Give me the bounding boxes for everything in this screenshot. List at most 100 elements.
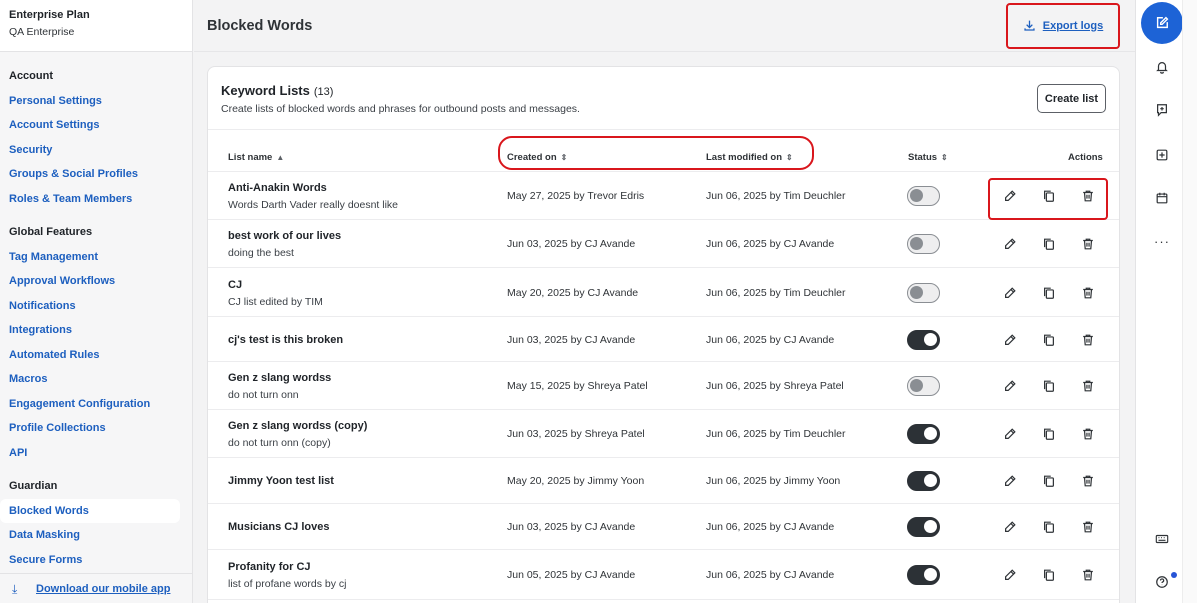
card-title: Keyword Lists (13)	[221, 83, 1106, 98]
export-logs-button[interactable]: Export logs	[1006, 2, 1120, 49]
table-row[interactable]: cj's test is this broken Jun 03, 2025 by…	[208, 317, 1119, 362]
org-plan: Enterprise Plan	[9, 9, 90, 21]
status-toggle[interactable]	[907, 517, 940, 537]
col-created-on[interactable]: Created on ⇕	[507, 152, 567, 163]
copy-icon[interactable]	[1040, 472, 1058, 490]
status-toggle[interactable]	[907, 234, 940, 254]
window-scrollbar[interactable]	[1182, 0, 1197, 603]
sidebar-item-data-masking[interactable]: Data Masking	[0, 523, 192, 548]
edit-icon[interactable]	[1001, 377, 1019, 395]
table-header: List name ▲ Created on ⇕ Last modified on ⇕…	[208, 130, 1119, 172]
delete-icon[interactable]	[1079, 472, 1097, 490]
download-icon	[1024, 20, 1035, 31]
delete-icon[interactable]	[1079, 566, 1097, 584]
list-description: CJ list edited by TIM	[228, 295, 323, 308]
delete-icon[interactable]	[1079, 235, 1097, 253]
table-row[interactable]: Musicians CJ loves Jun 03, 2025 by CJ Av…	[208, 504, 1119, 550]
sidebar-item-groups-social-profiles[interactable]: Groups & Social Profiles	[0, 162, 192, 187]
list-name-cell: CJ CJ list edited by TIM	[228, 279, 323, 308]
created-on-cell: May 20, 2025 by CJ Avande	[507, 286, 639, 299]
table-row[interactable]: Profanity for CJ list of profane words b…	[208, 550, 1119, 600]
delete-icon[interactable]	[1079, 425, 1097, 443]
add-square-icon[interactable]	[1152, 145, 1172, 165]
list-name: Gen z slang wordss	[228, 372, 332, 384]
delete-icon[interactable]	[1079, 377, 1097, 395]
sidebar-item-security[interactable]: Security	[0, 138, 192, 163]
edit-icon[interactable]	[1001, 235, 1019, 253]
bell-icon[interactable]	[1152, 57, 1172, 77]
col-list-name[interactable]: List name ▲	[228, 152, 284, 163]
org-switcher[interactable]: Enterprise Plan QA Enterprise	[0, 0, 192, 52]
toggle-knob	[924, 332, 937, 346]
download-mobile-app-link[interactable]: Download our mobile app	[36, 583, 170, 595]
table-row[interactable]: best work of our lives doing the best Ju…	[208, 220, 1119, 268]
chat-plus-icon[interactable]	[1152, 100, 1172, 120]
table-row[interactable]: Gen z slang wordss (copy) do not turn on…	[208, 410, 1119, 458]
delete-icon[interactable]	[1079, 187, 1097, 205]
sidebar-item-api[interactable]: API	[0, 441, 192, 466]
sidebar-item-engagement-configuration[interactable]: Engagement Configuration	[0, 392, 192, 417]
sidebar-item-roles-team-members[interactable]: Roles & Team Members	[0, 187, 192, 212]
copy-icon[interactable]	[1040, 331, 1058, 349]
help-icon[interactable]	[1152, 572, 1172, 592]
sidebar-item-automated-rules[interactable]: Automated Rules	[0, 343, 192, 368]
copy-icon[interactable]	[1040, 235, 1058, 253]
delete-icon[interactable]	[1079, 518, 1097, 536]
col-status[interactable]: Status ⇕	[908, 152, 948, 163]
table-row[interactable]: CJ CJ list edited by TIM May 20, 2025 by…	[208, 268, 1119, 317]
sidebar-item-integrations[interactable]: Integrations	[0, 318, 192, 343]
status-toggle[interactable]	[907, 471, 940, 491]
create-list-button[interactable]: Create list	[1037, 84, 1106, 113]
copy-icon[interactable]	[1040, 518, 1058, 536]
nav-gap	[0, 465, 192, 474]
created-on-cell: May 20, 2025 by Jimmy Yoon	[507, 475, 645, 487]
table-row[interactable]: Jimmy Yoon test list May 20, 2025 by Jim…	[208, 458, 1119, 504]
copy-icon[interactable]	[1040, 425, 1058, 443]
sidebar-item-tag-management[interactable]: Tag Management	[0, 245, 192, 270]
delete-icon[interactable]	[1079, 331, 1097, 349]
main-content: Blocked Words Export logs Keyword Lists(…	[194, 0, 1135, 603]
table-row[interactable]: Anti-Anakin Words Words Darth Vader real…	[208, 172, 1119, 220]
sidebar-item-approval-workflows[interactable]: Approval Workflows	[0, 269, 192, 294]
list-count: (13)	[313, 86, 334, 98]
delete-icon[interactable]	[1079, 284, 1097, 302]
edit-icon[interactable]	[1001, 187, 1019, 205]
calendar-icon[interactable]	[1152, 188, 1172, 208]
copy-icon[interactable]	[1040, 284, 1058, 302]
toggle-knob	[910, 285, 923, 299]
more-icon[interactable]: ···	[1152, 231, 1172, 251]
toggle-knob	[924, 474, 937, 487]
status-toggle[interactable]	[907, 565, 940, 585]
sidebar-item-macros[interactable]: Macros	[0, 367, 192, 392]
table-body: Anti-Anakin Words Words Darth Vader real…	[208, 172, 1119, 600]
created-on-cell: Jun 03, 2025 by CJ Avande	[507, 521, 636, 533]
sidebar-item-profile-collections[interactable]: Profile Collections	[0, 416, 192, 441]
status-toggle[interactable]	[907, 282, 940, 303]
table-row[interactable]: Gen z slang wordss do not turn onn May 1…	[208, 362, 1119, 410]
edit-icon[interactable]	[1001, 284, 1019, 302]
keyboard-icon[interactable]	[1152, 529, 1172, 549]
copy-icon[interactable]	[1040, 187, 1058, 205]
list-name-cell: Anti-Anakin Words Words Darth Vader real…	[228, 182, 398, 211]
edit-icon[interactable]	[1001, 518, 1019, 536]
edit-icon[interactable]	[1001, 566, 1019, 584]
sidebar-item-blocked-words[interactable]: Blocked Words	[0, 498, 180, 523]
copy-icon[interactable]	[1040, 377, 1058, 395]
list-name: Gen z slang wordss (copy)	[228, 420, 368, 432]
edit-icon[interactable]	[1001, 331, 1019, 349]
list-name-cell: Gen z slang wordss do not turn onn	[228, 372, 331, 401]
nav-section-title: Global Features	[9, 226, 93, 238]
copy-icon[interactable]	[1040, 566, 1058, 584]
sidebar-item-notifications[interactable]: Notifications	[0, 294, 192, 319]
status-toggle[interactable]	[907, 329, 940, 350]
sidebar-item-personal-settings[interactable]: Personal Settings	[0, 89, 192, 114]
sidebar-item-account-settings[interactable]: Account Settings	[0, 113, 192, 138]
edit-icon[interactable]	[1001, 472, 1019, 490]
col-last-modified[interactable]: Last modified on ⇕	[706, 152, 793, 163]
compose-button[interactable]	[1141, 2, 1183, 44]
status-toggle[interactable]	[907, 424, 940, 444]
status-toggle[interactable]	[907, 186, 940, 206]
sidebar-item-secure-forms[interactable]: Secure Forms	[0, 548, 192, 573]
status-toggle[interactable]	[907, 376, 940, 396]
edit-icon[interactable]	[1001, 425, 1019, 443]
